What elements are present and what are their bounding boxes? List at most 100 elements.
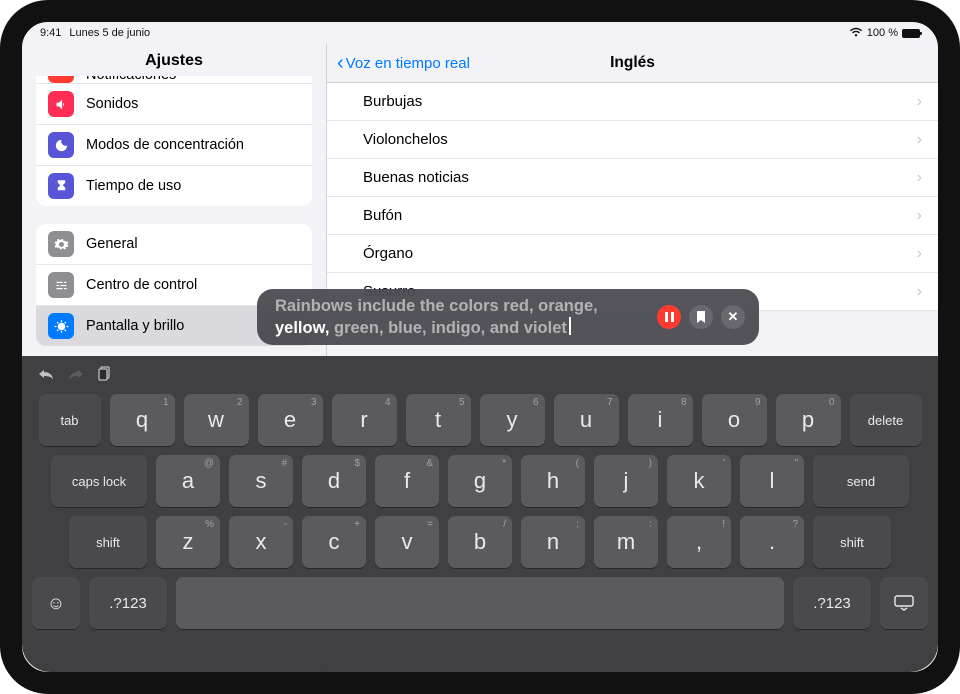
key-w[interactable]: w2 <box>184 394 249 446</box>
key-hint: 0 <box>829 397 835 408</box>
sidebar-title: Ajustes <box>22 44 326 80</box>
key-g[interactable]: g* <box>448 455 512 507</box>
send-key[interactable]: send <box>813 455 909 507</box>
key-q[interactable]: q1 <box>110 394 175 446</box>
voice-list: Burbujas › Violonchelos › Buenas noticia… <box>327 82 938 311</box>
live-speech-overlay[interactable]: Rainbows include the colors red, orange,… <box>257 289 759 345</box>
key-hint: / <box>503 519 506 530</box>
list-item-label: Órgano <box>363 245 413 262</box>
key-k[interactable]: k' <box>667 455 731 507</box>
key-hint: 2 <box>237 397 243 408</box>
key-hint: : <box>649 519 652 530</box>
key-e[interactable]: e3 <box>258 394 323 446</box>
key-d[interactable]: d$ <box>302 455 366 507</box>
key-hint: 6 <box>533 397 539 408</box>
sidebar-item-sonidos[interactable]: Sonidos <box>36 84 312 125</box>
key-hint: 4 <box>385 397 391 408</box>
shift-right-key[interactable]: shift <box>813 516 891 568</box>
key-p[interactable]: p0 <box>776 394 841 446</box>
close-button[interactable]: ✕ <box>721 305 745 329</box>
key-hint: $ <box>354 458 360 469</box>
key-f[interactable]: f& <box>375 455 439 507</box>
key-c[interactable]: c+ <box>302 516 366 568</box>
undo-button[interactable] <box>38 367 54 384</box>
bell-icon <box>48 76 74 83</box>
key-.[interactable]: .? <box>740 516 804 568</box>
key-hint: 8 <box>681 397 687 408</box>
redo-button[interactable] <box>68 367 84 384</box>
key-x[interactable]: x- <box>229 516 293 568</box>
shift-left-key[interactable]: shift <box>69 516 147 568</box>
numeric-key-left[interactable]: .?123 <box>89 577 167 629</box>
chevron-right-icon: › <box>917 283 922 301</box>
chevron-right-icon: › <box>917 245 922 263</box>
capslock-key[interactable]: caps lock <box>51 455 147 507</box>
tab-key[interactable]: tab <box>39 394 101 446</box>
key-o[interactable]: o9 <box>702 394 767 446</box>
key-hint: ? <box>792 519 798 530</box>
key-j[interactable]: j) <box>594 455 658 507</box>
key-r[interactable]: r4 <box>332 394 397 446</box>
speech-text[interactable]: Rainbows include the colors red, orange,… <box>275 296 647 338</box>
back-button[interactable]: ‹ Voz en tiempo real <box>337 53 470 73</box>
delete-key[interactable]: delete <box>850 394 922 446</box>
status-bar: 9:41 Lunes 5 de junio 100 % <box>22 22 938 44</box>
key-hint: ! <box>722 519 725 530</box>
key-hint: 1 <box>163 397 169 408</box>
speech-rest: green, blue, indigo, and violet <box>329 319 566 337</box>
pause-button[interactable] <box>657 305 681 329</box>
key-v[interactable]: v= <box>375 516 439 568</box>
speech-line1: Rainbows include the colors red, orange, <box>275 297 598 315</box>
chevron-right-icon: › <box>917 169 922 187</box>
key-,[interactable]: ,! <box>667 516 731 568</box>
sidebar-item-label: Pantalla y brillo <box>86 318 184 334</box>
speaker-icon <box>48 91 74 117</box>
list-item[interactable]: Buenas noticias › <box>327 159 938 197</box>
key-hint: 5 <box>459 397 465 408</box>
clipboard-button[interactable] <box>98 366 112 385</box>
key-h[interactable]: h( <box>521 455 585 507</box>
key-b[interactable]: b/ <box>448 516 512 568</box>
battery-icon <box>902 29 920 38</box>
chevron-right-icon: › <box>917 93 922 111</box>
key-hint: & <box>426 458 433 469</box>
back-label: Voz en tiempo real <box>346 55 470 72</box>
key-l[interactable]: l" <box>740 455 804 507</box>
key-hint: * <box>502 458 506 469</box>
list-item[interactable]: Burbujas › <box>327 83 938 121</box>
key-n[interactable]: n; <box>521 516 585 568</box>
key-m[interactable]: m: <box>594 516 658 568</box>
speech-controls: ✕ <box>657 305 745 329</box>
hourglass-icon <box>48 173 74 199</box>
key-hint: 7 <box>607 397 613 408</box>
sidebar-item-concentracion[interactable]: Modos de concentración <box>36 125 312 166</box>
list-item-label: Violonchelos <box>363 131 448 148</box>
switches-icon <box>48 272 74 298</box>
key-u[interactable]: u7 <box>554 394 619 446</box>
key-z[interactable]: z% <box>156 516 220 568</box>
sidebar-item-notificaciones[interactable]: Notificaciones <box>36 76 312 84</box>
key-hint: 9 <box>755 397 761 408</box>
key-hint: @ <box>204 458 214 469</box>
chevron-left-icon: ‹ <box>337 53 344 73</box>
space-key[interactable] <box>176 577 784 629</box>
key-i[interactable]: i8 <box>628 394 693 446</box>
emoji-key[interactable]: ☺ <box>32 577 80 629</box>
list-item[interactable]: Violonchelos › <box>327 121 938 159</box>
dismiss-keyboard-key[interactable] <box>880 577 928 629</box>
bookmark-button[interactable] <box>689 305 713 329</box>
sidebar-item-general[interactable]: General <box>36 224 312 265</box>
key-a[interactable]: a@ <box>156 455 220 507</box>
key-s[interactable]: s# <box>229 455 293 507</box>
key-t[interactable]: t5 <box>406 394 471 446</box>
key-y[interactable]: y6 <box>480 394 545 446</box>
status-time: 9:41 <box>40 27 61 39</box>
speech-highlight: yellow, <box>275 319 329 337</box>
list-item[interactable]: Bufón › <box>327 197 938 235</box>
detail-nav-bar: ‹ Voz en tiempo real Inglés <box>327 44 938 82</box>
keyboard-row-2: caps lock a@s#d$f&g*h(j)k'l" send <box>32 455 928 507</box>
numeric-key-right[interactable]: .?123 <box>793 577 871 629</box>
list-item[interactable]: Órgano › <box>327 235 938 273</box>
key-hint: + <box>354 519 360 530</box>
sidebar-item-tiempo-uso[interactable]: Tiempo de uso <box>36 166 312 206</box>
